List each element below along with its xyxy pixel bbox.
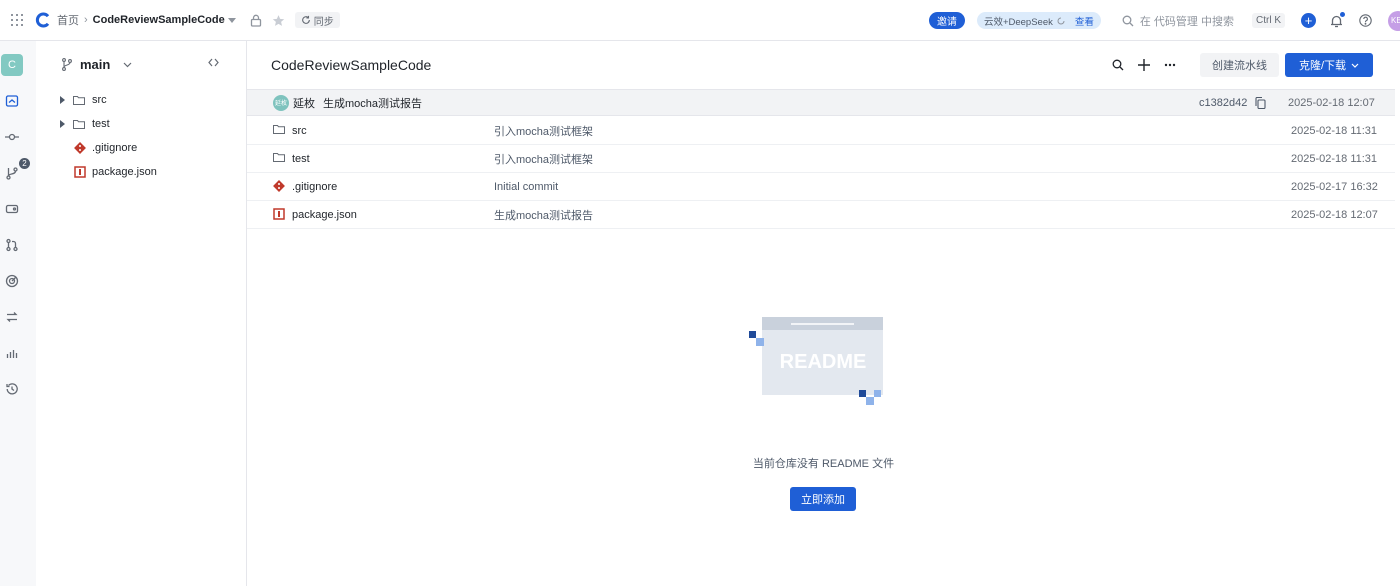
- ai-view-link[interactable]: 查看: [1075, 14, 1094, 28]
- sync-icon: [301, 15, 310, 24]
- more-icon[interactable]: [1160, 55, 1180, 75]
- tree-folder-test[interactable]: test: [60, 115, 110, 133]
- file-commit-message[interactable]: 引入mocha测试框架: [494, 151, 593, 167]
- commit-time: 2025-02-18 12:07: [1288, 96, 1375, 109]
- tree-folder-src[interactable]: src: [60, 91, 107, 109]
- create-plus-icon[interactable]: +: [1301, 13, 1316, 28]
- empty-readme-text: 当前仓库没有 README 文件: [752, 458, 895, 470]
- breadcrumb-home[interactable]: 首页: [57, 12, 79, 28]
- npm-file-icon: [74, 166, 86, 178]
- product-logo-icon[interactable]: [35, 12, 51, 28]
- repo-avatar[interactable]: C: [1, 54, 23, 76]
- folder-icon: [73, 96, 85, 105]
- table-row[interactable]: package.json 生成mocha测试报告 2025-02-18 12:0…: [247, 201, 1395, 229]
- copy-icon[interactable]: [1255, 97, 1266, 109]
- table-row[interactable]: test 引入mocha测试框架 2025-02-18 11:31: [247, 145, 1395, 173]
- readme-illustration: README: [747, 316, 887, 411]
- git-branch-icon: [62, 58, 72, 71]
- collapse-panel-icon[interactable]: [208, 58, 219, 67]
- tree-file-gitignore[interactable]: .gitignore: [74, 139, 137, 157]
- last-commit-bar: 延枚 延枚 生成mocha测试报告 c1382d42 2025-02-18 12…: [247, 89, 1395, 116]
- tree-file-package-json[interactable]: package.json: [74, 163, 157, 181]
- create-pipeline-button[interactable]: 创建流水线: [1200, 53, 1279, 77]
- dashboard-icon[interactable]: [3, 272, 21, 290]
- lock-icon: [250, 14, 262, 27]
- breadcrumb-separator: ›: [84, 14, 88, 26]
- help-icon[interactable]: [1359, 14, 1372, 27]
- tree-item-label: .gitignore: [92, 142, 138, 154]
- file-tree-panel: main src test .gitignore package.json: [36, 41, 247, 586]
- star-icon[interactable]: [272, 14, 285, 27]
- file-time: 2025-02-18 11:31: [1291, 152, 1378, 165]
- home-icon[interactable]: [3, 92, 21, 110]
- commit-message[interactable]: 生成mocha测试报告: [323, 95, 422, 111]
- header-toolbar: 创建流水线 克隆/下载: [1108, 53, 1373, 77]
- user-avatar[interactable]: KE: [1388, 10, 1400, 31]
- loading-icon: [1057, 17, 1065, 25]
- sync-button[interactable]: 同步: [294, 12, 340, 28]
- file-name[interactable]: src: [292, 125, 307, 137]
- commit-icon[interactable]: [3, 128, 21, 146]
- repo-switch-caret-icon[interactable]: [227, 17, 236, 23]
- search-shortcut: Ctrl K: [1252, 13, 1285, 28]
- folder-icon: [73, 120, 85, 129]
- expand-caret-icon[interactable]: [60, 96, 65, 104]
- ai-assistant-pill[interactable]: 云效+DeepSeek 查看: [976, 12, 1101, 29]
- invite-button[interactable]: 邀请: [928, 12, 965, 29]
- search-icon: [1122, 15, 1134, 26]
- module-rail: C 2: [0, 41, 36, 586]
- clone-download-button[interactable]: 克隆/下载: [1285, 53, 1373, 77]
- global-search[interactable]: 在 代码管理 中搜索: [1122, 13, 1234, 29]
- file-time: 2025-02-18 11:31: [1291, 124, 1378, 137]
- folder-icon: [273, 153, 285, 162]
- table-row[interactable]: src 引入mocha测试框架 2025-02-18 11:31: [247, 117, 1395, 145]
- git-file-icon: [74, 142, 86, 154]
- app-grid-icon[interactable]: [5, 8, 29, 32]
- file-name[interactable]: .gitignore: [292, 181, 337, 193]
- search-placeholder: 在 代码管理 中搜索: [1139, 15, 1234, 28]
- clone-download-label: 克隆/下载: [1298, 60, 1347, 72]
- tree-item-label: package.json: [92, 166, 157, 178]
- ai-label: 云效+DeepSeek: [983, 16, 1053, 28]
- top-bar: 首页 › CodeReviewSampleCode 同步 邀请 云效+DeepS…: [0, 0, 1400, 41]
- add-icon[interactable]: [1134, 55, 1154, 75]
- tree-item-label: src: [92, 94, 107, 106]
- chevron-down-icon: [1351, 63, 1359, 68]
- search-icon[interactable]: [1108, 55, 1128, 75]
- file-time: 2025-02-18 12:07: [1291, 208, 1378, 221]
- history-icon[interactable]: [3, 380, 21, 398]
- npm-file-icon: [273, 208, 285, 220]
- branch-count-badge: 2: [19, 158, 30, 169]
- tag-icon[interactable]: [3, 200, 21, 218]
- file-time: 2025-02-17 16:32: [1291, 180, 1378, 193]
- file-name[interactable]: test: [292, 153, 310, 165]
- expand-caret-icon[interactable]: [60, 120, 65, 128]
- git-file-icon: [273, 180, 285, 192]
- main-content: CodeReviewSampleCode 创建流水线 克隆/下载 延枚 延枚 生…: [247, 41, 1400, 586]
- notification-bell-icon[interactable]: [1330, 11, 1345, 28]
- branch-icon[interactable]: 2: [3, 158, 30, 182]
- folder-icon: [273, 125, 285, 134]
- page-title: CodeReviewSampleCode: [271, 57, 432, 73]
- commit-author: 延枚: [293, 97, 315, 110]
- commit-hash[interactable]: c1382d42: [1199, 97, 1247, 109]
- add-readme-button[interactable]: 立即添加: [790, 487, 856, 511]
- author-avatar[interactable]: 延枚: [273, 94, 289, 111]
- tree-item-label: test: [92, 118, 110, 130]
- table-row[interactable]: .gitignore Initial commit 2025-02-17 16:…: [247, 173, 1395, 201]
- breadcrumb-repo[interactable]: CodeReviewSampleCode: [93, 14, 225, 26]
- file-commit-message[interactable]: Initial commit: [494, 181, 558, 193]
- chevron-down-icon: [123, 62, 132, 67]
- file-name[interactable]: package.json: [292, 209, 357, 221]
- branch-name: main: [80, 57, 111, 72]
- compare-icon[interactable]: [3, 308, 21, 326]
- file-commit-message[interactable]: 生成mocha测试报告: [494, 207, 593, 223]
- file-commit-message[interactable]: 引入mocha测试框架: [494, 123, 593, 139]
- readme-illustration-text: README: [780, 351, 867, 373]
- branch-selector[interactable]: main: [61, 57, 132, 72]
- notification-dot: [1340, 11, 1345, 17]
- merge-request-icon[interactable]: [3, 236, 21, 254]
- sync-label: 同步: [313, 16, 334, 28]
- chart-icon[interactable]: [3, 344, 21, 362]
